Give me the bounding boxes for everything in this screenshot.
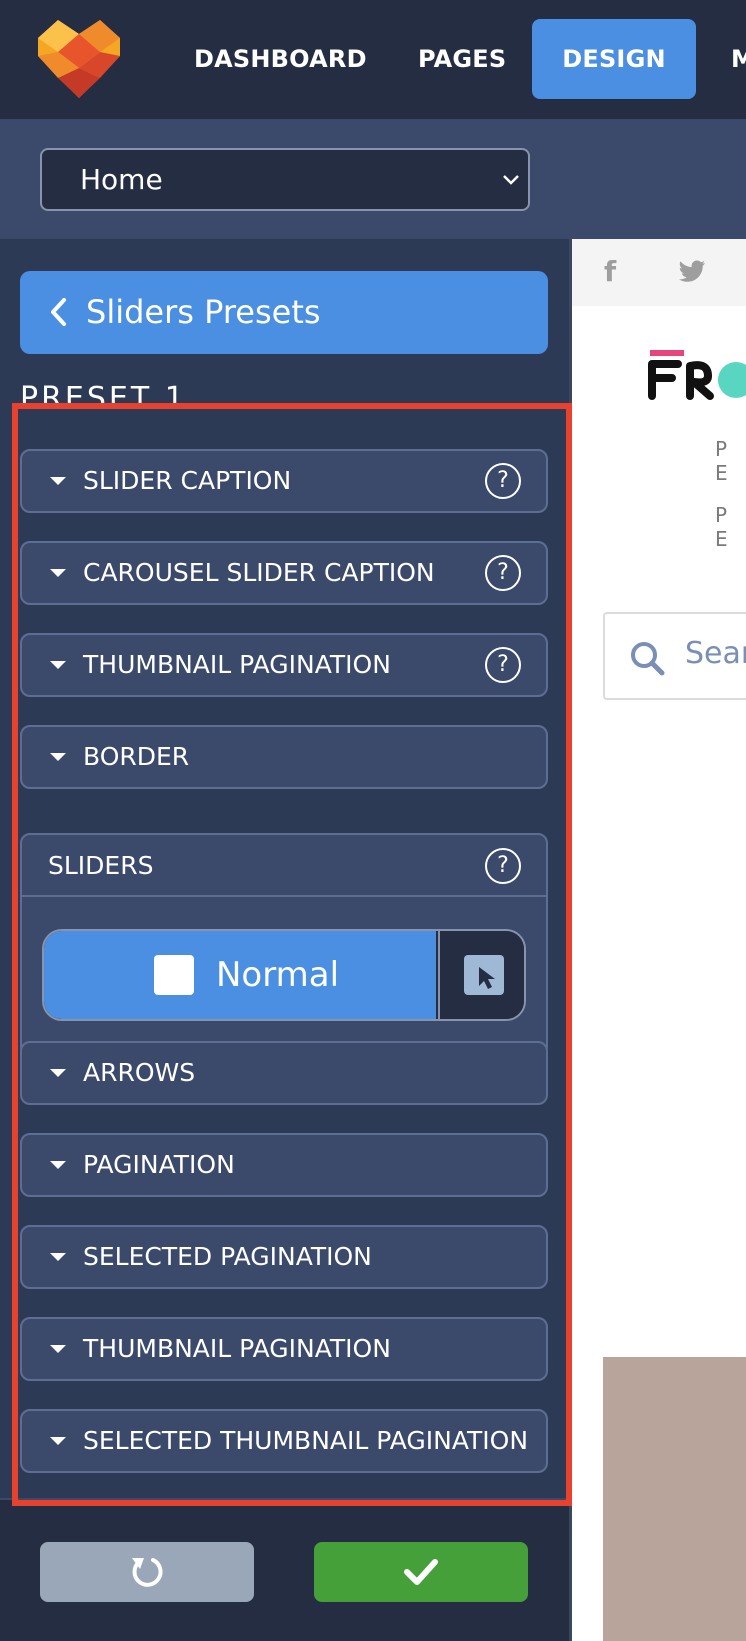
brand-logo-icon[interactable]: [38, 20, 120, 98]
caret-down-icon: [50, 477, 66, 485]
nav-more[interactable]: M: [731, 19, 746, 99]
state-normal-button[interactable]: Normal: [44, 931, 436, 1019]
nav-dashboard[interactable]: DASHBOARD: [194, 19, 367, 99]
design-panel: Sliders Presets PRESET 1 SLIDER CAPTION …: [0, 239, 569, 1641]
cursor-icon: [464, 955, 504, 995]
section-arrows[interactable]: ARROWS: [20, 1041, 548, 1105]
section-carousel-slider-caption[interactable]: CAROUSEL SLIDER CAPTION ?: [20, 541, 548, 605]
page-select-bar: Home: [0, 119, 746, 239]
section-label: ARROWS: [83, 1058, 196, 1087]
section-pagination[interactable]: PAGINATION: [20, 1133, 548, 1197]
section-label: PAGINATION: [83, 1150, 235, 1179]
section-thumbnail-pagination[interactable]: THUMBNAIL PAGINATION ?: [20, 633, 548, 697]
preview-search-input[interactable]: Sear: [603, 612, 746, 700]
top-nav: DASHBOARD PAGES DESIGN M: [0, 0, 746, 119]
site-preview: f P E P E Sear: [569, 239, 746, 1641]
section-selected-thumbnail-pagination[interactable]: SELECTED THUMBNAIL PAGINATION: [20, 1409, 548, 1473]
caret-down-icon: [50, 661, 66, 669]
facebook-icon[interactable]: f: [604, 257, 616, 287]
caret-down-icon: [50, 1069, 66, 1077]
reset-icon: [132, 1558, 163, 1587]
reset-button[interactable]: [40, 1542, 254, 1602]
section-label: SELECTED PAGINATION: [83, 1242, 372, 1271]
section-label: CAROUSEL SLIDER CAPTION: [83, 558, 435, 587]
site-logo-icon: [648, 350, 746, 400]
caret-down-icon: [50, 1253, 66, 1261]
section-label: THUMBNAIL PAGINATION: [83, 1334, 391, 1363]
save-button[interactable]: [314, 1542, 528, 1602]
checkmark-icon: [404, 1559, 438, 1585]
caret-down-icon: [50, 569, 66, 577]
section-label: SLIDER CAPTION: [83, 466, 292, 495]
chevron-left-icon: [51, 298, 66, 326]
tagline-line-2: P E: [715, 503, 738, 551]
help-icon[interactable]: ?: [485, 555, 521, 591]
twitter-icon[interactable]: [678, 260, 706, 284]
back-button[interactable]: Sliders Presets: [20, 271, 548, 354]
search-placeholder: Sear: [685, 636, 746, 671]
caret-down-icon: [50, 1161, 66, 1169]
state-toggle: Normal: [42, 929, 526, 1021]
help-icon[interactable]: ?: [485, 647, 521, 683]
caret-down-icon: [50, 1437, 66, 1445]
preset-title: PRESET 1: [20, 381, 187, 403]
caret-down-icon: [50, 1345, 66, 1353]
section-label: THUMBNAIL PAGINATION: [83, 650, 391, 679]
state-normal-label: Normal: [216, 955, 340, 995]
section-slider-caption[interactable]: SLIDER CAPTION ?: [20, 449, 548, 513]
section-selected-pagination[interactable]: SELECTED PAGINATION: [20, 1225, 548, 1289]
social-bar: f: [572, 239, 746, 306]
hero-image: [603, 1357, 746, 1641]
panel-footer: [0, 1498, 569, 1641]
section-label: BORDER: [83, 742, 190, 771]
caret-down-icon: [50, 753, 66, 761]
sliders-header[interactable]: SLIDERS ?: [22, 835, 546, 897]
nav-design[interactable]: DESIGN: [532, 19, 696, 99]
help-icon[interactable]: ?: [485, 463, 521, 499]
help-icon[interactable]: ?: [485, 848, 521, 884]
chevron-down-icon: [503, 175, 519, 185]
normal-state-icon: [154, 955, 194, 995]
page-select[interactable]: Home: [40, 148, 530, 211]
section-label: SELECTED THUMBNAIL PAGINATION: [83, 1426, 529, 1455]
section-border[interactable]: BORDER: [20, 725, 548, 789]
section-thumbnail-pagination-2[interactable]: THUMBNAIL PAGINATION: [20, 1317, 548, 1381]
section-sliders: SLIDERS ? Normal: [20, 833, 548, 1057]
nav-pages[interactable]: PAGES: [418, 19, 506, 99]
back-button-label: Sliders Presets: [86, 293, 321, 331]
page-select-value: Home: [80, 163, 163, 196]
state-hover-button[interactable]: [438, 931, 524, 1019]
app-root: DASHBOARD PAGES DESIGN M Home Sliders Pr…: [0, 0, 746, 1641]
tagline-line-1: P E: [715, 437, 738, 485]
section-label: SLIDERS: [48, 851, 154, 880]
search-icon: [631, 642, 665, 676]
